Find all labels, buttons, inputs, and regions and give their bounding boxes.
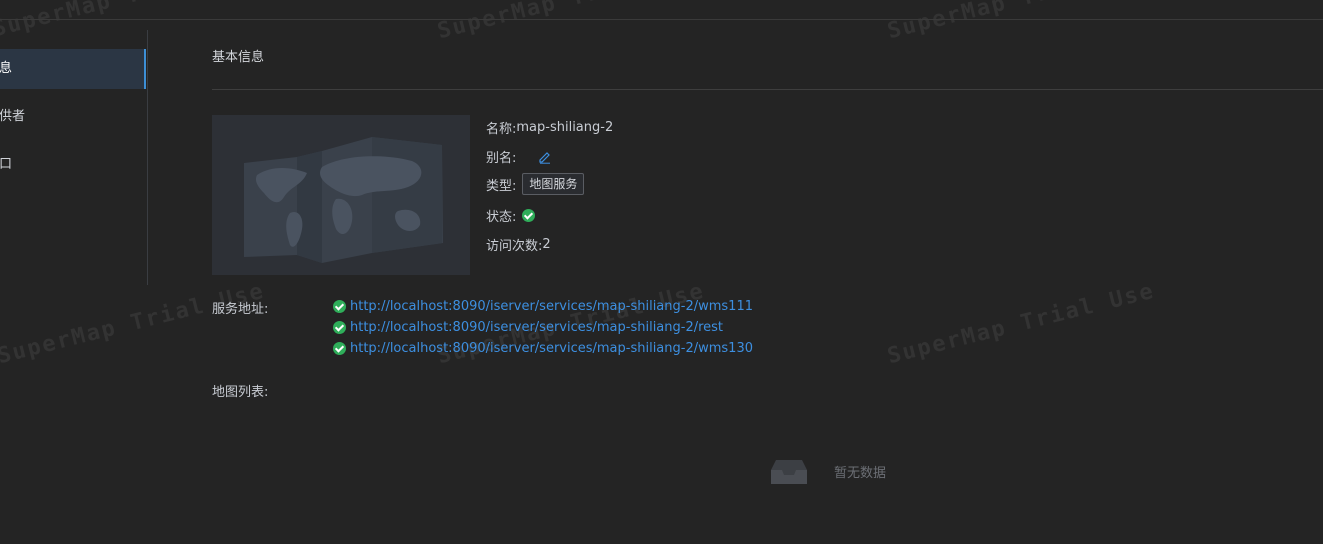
sidebar: 信息 提供者 接口 [0,30,148,285]
empty-text: 暂无数据 [834,465,887,481]
name-value: map-shiliang-2 [516,120,614,135]
sidebar-item-label: 接口 [0,157,13,172]
sidebar-item-info[interactable]: 信息 [0,49,146,89]
alias-label: 别名: [486,151,517,166]
service-url-link[interactable]: http://localhost:8090/iserver/services/m… [350,299,753,314]
list-item: http://localhost:8090/iserver/services/m… [333,317,753,338]
status-label: 状态: [486,210,517,225]
edit-icon[interactable] [538,150,552,164]
watermark: SuperMap Trial Use [0,278,268,370]
map-thumbnail [212,115,470,275]
info-alias-row: 别名: [486,147,552,166]
top-divider [0,19,1323,20]
sidebar-item-providers[interactable]: 提供者 [0,97,146,137]
check-circle-icon [333,342,346,355]
service-url-link[interactable]: http://localhost:8090/iserver/services/m… [350,320,723,335]
status-ok-icon [522,209,536,222]
type-tag: 地图服务 [522,173,585,195]
visits-value: 2 [542,237,551,252]
service-address-list: http://localhost:8090/iserver/services/m… [333,296,753,359]
section-title: 基本信息 [212,50,265,65]
list-item: http://localhost:8090/iserver/services/m… [333,338,753,359]
world-map-icon [244,137,443,263]
map-list-label: 地图列表: [212,385,269,400]
list-item: http://localhost:8090/iserver/services/m… [333,296,753,317]
watermark: SuperMap Trial Use [885,0,1157,44]
sidebar-item-interfaces[interactable]: 接口 [0,145,146,185]
info-name-row: 名称: map-shiliang-2 [486,118,613,137]
empty-inbox-icon [771,460,807,484]
name-label: 名称: [486,122,517,137]
sidebar-item-label: 提供者 [0,109,26,124]
check-circle-icon [333,321,346,334]
info-visits-row: 访问次数: 2 [486,235,551,254]
empty-state: 暂无数据 [770,456,886,486]
check-circle-icon [333,300,346,313]
visits-label: 访问次数: [486,239,543,254]
watermark: SuperMap Trial Use [885,278,1158,370]
watermark: SuperMap Trial Use [435,0,707,44]
sidebar-item-label: 信息 [0,61,13,76]
info-status-row: 状态: [486,206,536,225]
service-address-label: 服务地址: [212,302,269,317]
service-url-link[interactable]: http://localhost:8090/iserver/services/m… [350,341,753,356]
info-type-row: 类型: 地图服务 [486,173,585,195]
type-label: 类型: [486,178,517,194]
section-divider [212,89,1323,90]
